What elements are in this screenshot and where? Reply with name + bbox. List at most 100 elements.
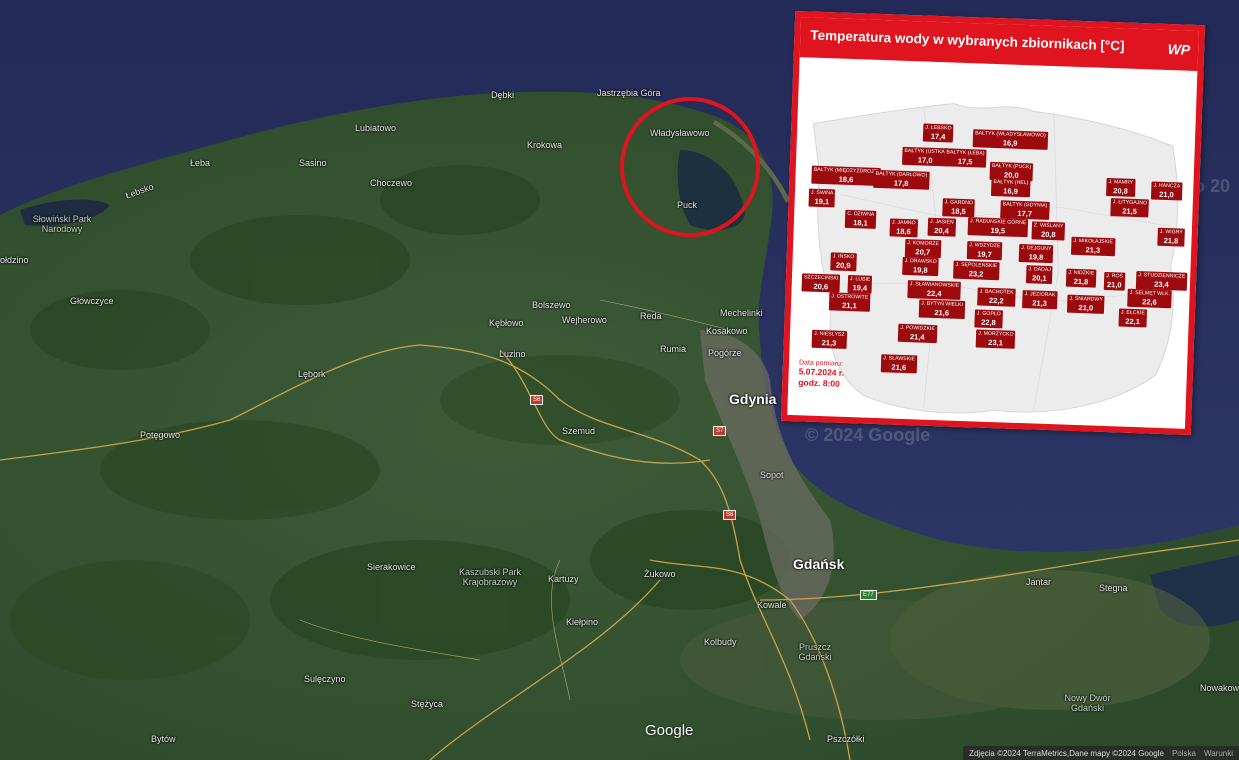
place-label-gdynia: Gdynia [729, 391, 777, 407]
place-label-sierakowice: Sierakowice [367, 562, 416, 572]
map-watermark: © 2024 Google [805, 425, 931, 445]
water-temperature-infographic: Temperatura wody w wybranych zbiornikach… [780, 10, 1206, 436]
tag-value: 21,3 [1085, 245, 1101, 255]
tag-value: 23,2 [968, 269, 984, 279]
road-shield-s6-south: S6 [723, 510, 737, 520]
tag-value: 22,8 [981, 317, 996, 328]
tag-value: 21,5 [1122, 206, 1138, 217]
place-label-bytow: Bytów [151, 734, 176, 744]
place-label-gdansk: Gdańsk [793, 556, 845, 572]
place-label-potegowo: Potęgowo [140, 430, 181, 440]
temperature-tag: J. NIDZKIE 21,8 [1065, 268, 1097, 288]
temperature-tag: J. STUDZIENNICZE 23,4 [1135, 271, 1188, 291]
place-label-szemud: Szemud [562, 426, 596, 436]
temperature-tag: BAŁTYK (USTKA) 17,0 [901, 146, 949, 167]
temperature-tag: J. HAŃCZA 21,0 [1150, 181, 1183, 201]
place-label-zukowo: Żukowo [644, 569, 676, 579]
place-label-lubiatowo: Lubiatowo [355, 123, 397, 133]
place-label-izbica: ołdzino [0, 255, 29, 265]
temperature-tag: J. RADUŃSKIE GÓRNE 19,5 [967, 217, 1029, 238]
temperature-tag: BAŁTYK (MIĘDZYZDROJE) 18,6 [811, 165, 881, 187]
place-label-bolszewo: Bolszewo [532, 300, 571, 310]
temperature-tag: J. DEJGUNY 19,8 [1018, 243, 1054, 264]
place-label-glowczyce: Główczyce [70, 296, 114, 306]
tag-value: 20,7 [915, 247, 931, 257]
place-label-krokowa: Krokowa [527, 140, 563, 150]
place-label-keblowo: Kębłowo [489, 318, 524, 328]
time-value: godz. 8:00 [798, 377, 841, 389]
infographic-header: Temperatura wody w wybranych zbiornikach… [799, 17, 1199, 72]
temperature-tag: J. LUBIE 19,4 [847, 274, 873, 294]
attribution-text: Zdjęcia ©2024 TerraMetrics,Dane mapy ©20… [969, 748, 1164, 758]
place-label-kowale: Kowale [757, 600, 787, 610]
place-label-stegna: Stegna [1099, 583, 1128, 593]
temperature-tag: J. SŁAWIANOWSKIE 22,4 [907, 280, 962, 300]
place-label-luzino: Luzino [499, 349, 526, 359]
tag-value: 21,1 [842, 300, 857, 311]
tag-value: 20,9 [835, 260, 851, 271]
temperature-tag: BAŁTYK (HEL) 16,9 [990, 177, 1031, 198]
temperature-tag: J. ŚWINA 19,1 [808, 188, 836, 208]
temperature-tag: J. SŁAWSKIE 21,6 [880, 354, 918, 374]
place-label-pszczolki: Pszczółki [827, 734, 865, 744]
temperature-tag: J. MIKOŁAJSKIE 21,3 [1070, 236, 1116, 257]
tag-value: 19,4 [852, 283, 868, 293]
temperature-tag: J. SĘPOLEŃSKIE 23,2 [953, 260, 1000, 281]
place-label-wejherowo: Wejherowo [562, 315, 607, 325]
tag-value: 19,7 [977, 249, 992, 259]
tag-value: 18,1 [853, 218, 868, 228]
place-label-sasino: Sasino [299, 158, 327, 168]
place-label-kolbudy: Kolbudy [704, 637, 737, 647]
place-label-pogorze: Pogórze [708, 348, 742, 358]
temperature-tag: J. DRAWSKO 19,8 [902, 256, 939, 277]
temperature-tag: BAŁTYK (ŁEBA) 17,5 [943, 148, 987, 168]
tag-value: 16,9 [1003, 186, 1019, 196]
place-label-kielpino: Kiełpino [566, 617, 599, 627]
temperature-tag: C. DZIWNA 18,1 [844, 209, 877, 229]
tag-value: 22,4 [926, 288, 942, 299]
highlight-circle [620, 97, 760, 237]
tag-value: 23,1 [988, 337, 1004, 348]
place-label-kartuzy: Kartuzy [548, 574, 579, 584]
temperature-tag: J. WDZYDZE 19,7 [966, 241, 1003, 261]
temperature-tag: BAŁTYK (WŁADYSŁAWOWO) 16,9 [972, 129, 1048, 150]
place-label-jantar: Jantar [1026, 577, 1052, 587]
road-shield-e77: E77 [860, 590, 877, 600]
tag-value: 18,5 [951, 206, 966, 217]
place-label-mechelinki: Mechelinki [720, 308, 763, 318]
temperature-tag: J. JEZIORAK 21,3 [1022, 290, 1058, 310]
tag-value: 21,0 [1159, 189, 1174, 200]
place-label-reda: Reda [640, 311, 662, 321]
place-label-jastrzebia-gora: Jastrzębia Góra [597, 88, 661, 98]
place-label-slowinski-park: Słowiński Park Narodowy [32, 214, 92, 234]
tag-value: 21,0 [1078, 303, 1094, 313]
tag-value: 17,4 [930, 131, 946, 142]
place-label-lebork: Lębork [298, 369, 326, 379]
temperature-tag: J. OSTROWITE 21,1 [828, 292, 871, 312]
wp-logo: WP [1167, 40, 1191, 58]
terms-link[interactable]: Warunki [1204, 749, 1233, 758]
infographic-title: Temperatura wody w wybranych zbiornikach… [810, 27, 1125, 54]
temperature-tag: Z. WIŚLANY 20,8 [1031, 221, 1066, 241]
map-attribution: Zdjęcia ©2024 TerraMetrics,Dane mapy ©20… [963, 746, 1239, 760]
tag-value: 21,6 [934, 308, 950, 318]
temperature-tag: J. ROŚ 21,0 [1103, 271, 1126, 291]
google-logo: Google [645, 722, 694, 739]
tag-value: 20,8 [1040, 229, 1056, 240]
temperature-tag: BAŁTYK (DARŁOWO) 17,8 [873, 169, 930, 190]
tag-value: 22,6 [1142, 297, 1157, 307]
road-shield-s6: S6 [530, 395, 544, 405]
tag-value: 19,8 [1028, 252, 1044, 262]
tag-value: 21,3 [1032, 298, 1048, 308]
tag-value: 19,1 [814, 196, 830, 207]
temperature-tag: J. EŁCKIE 22,1 [1118, 308, 1148, 328]
place-label-leba: Łeba [190, 158, 211, 168]
temperature-tag: J. BYTYŃ WIELKI 21,6 [918, 299, 966, 320]
attribution-country-link[interactable]: Polska [1172, 749, 1196, 758]
tag-value: 17,5 [957, 156, 973, 167]
place-label-kaszubski-park: Kaszubski Park Krajobrazowy [458, 567, 522, 587]
place-label-choczewo: Choczewo [370, 178, 413, 188]
tag-value: 19,8 [912, 265, 928, 275]
place-label-nowakowo: Nowakowo [1200, 683, 1239, 693]
measurement-date: Data pomiaru: 5.07.2024 r. godz. 8:00 [798, 359, 844, 390]
